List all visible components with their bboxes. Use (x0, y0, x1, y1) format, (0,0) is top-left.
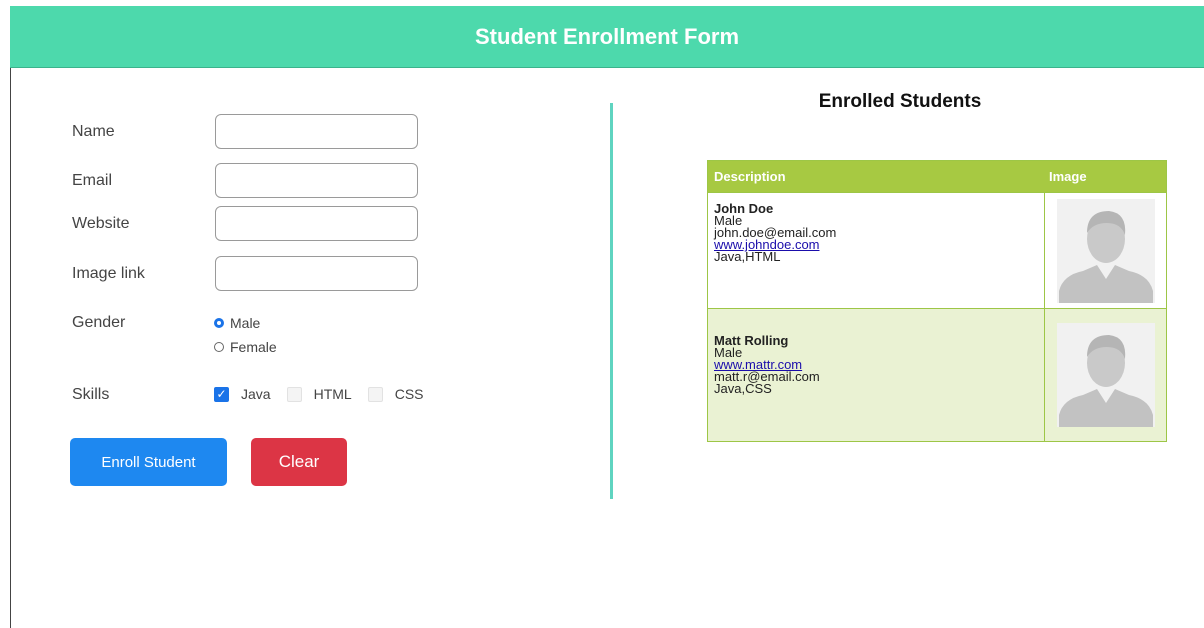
name-input[interactable] (215, 114, 418, 149)
image-link-input[interactable] (215, 256, 418, 291)
email-label: Email (72, 171, 113, 189)
table-row: Matt Rolling Male www.mattr.com matt.r@e… (708, 308, 1166, 441)
student-description: Matt Rolling Male www.mattr.com matt.r@e… (708, 309, 1045, 441)
radio-male[interactable] (214, 317, 224, 328)
website-input[interactable] (215, 206, 418, 241)
student-skills: Java,HTML (714, 249, 781, 264)
enroll-student-button[interactable]: Enroll Student (70, 438, 227, 486)
student-image-cell (1045, 309, 1166, 441)
radio-male-label: Male (230, 314, 261, 331)
skills-row: Skills (72, 386, 215, 404)
student-skills: Java,CSS (714, 381, 772, 396)
email-input[interactable] (215, 163, 418, 198)
gender-row: Gender (72, 314, 215, 332)
avatar-placeholder-icon (1056, 198, 1155, 303)
enrolled-students-title: Enrolled Students (818, 91, 982, 112)
name-row: Name (72, 114, 418, 149)
checkbox-css-label: CSS (394, 386, 424, 402)
checkbox-css[interactable] (367, 386, 383, 402)
gender-label: Gender (72, 314, 126, 331)
email-row: Email (72, 163, 418, 198)
table-header: Description Image (708, 161, 1166, 192)
radio-female-label: Female (230, 338, 277, 355)
checkbox-html[interactable] (286, 386, 302, 402)
check-icon: ✓ (216, 387, 227, 401)
gender-option-female[interactable]: Female (214, 338, 277, 355)
radio-female[interactable] (214, 341, 224, 352)
student-image-cell (1045, 193, 1166, 308)
website-row: Website (72, 206, 418, 241)
skills-group: ✓ Java HTML CSS (214, 386, 440, 402)
checkbox-java-label: Java (241, 386, 271, 402)
student-description: John Doe Male john.doe@email.com www.joh… (708, 193, 1045, 308)
checkbox-html-label: HTML (313, 386, 352, 402)
image-link-row: Image link (72, 256, 418, 291)
column-header-image: Image (1049, 169, 1087, 184)
website-label: Website (72, 214, 130, 232)
checkbox-java[interactable]: ✓ (214, 386, 229, 402)
gender-option-male[interactable]: Male (214, 314, 277, 331)
name-label: Name (72, 122, 115, 140)
student-name: John Doe (714, 201, 774, 216)
clear-button[interactable]: Clear (251, 438, 347, 486)
gender-radio-group: Male Female (214, 314, 277, 362)
column-header-description: Description (714, 169, 786, 184)
enrolled-students-table: Description Image John Doe Male john.doe… (707, 160, 1167, 442)
section-divider (610, 103, 613, 499)
skills-label: Skills (72, 386, 110, 403)
student-name: Matt Rolling (714, 333, 789, 348)
page-header: Student Enrollment Form (10, 6, 1204, 68)
image-link-label: Image link (72, 264, 145, 282)
page-title: Student Enrollment Form (475, 23, 739, 49)
table-row: John Doe Male john.doe@email.com www.joh… (708, 192, 1166, 308)
avatar-placeholder-icon (1056, 323, 1155, 427)
